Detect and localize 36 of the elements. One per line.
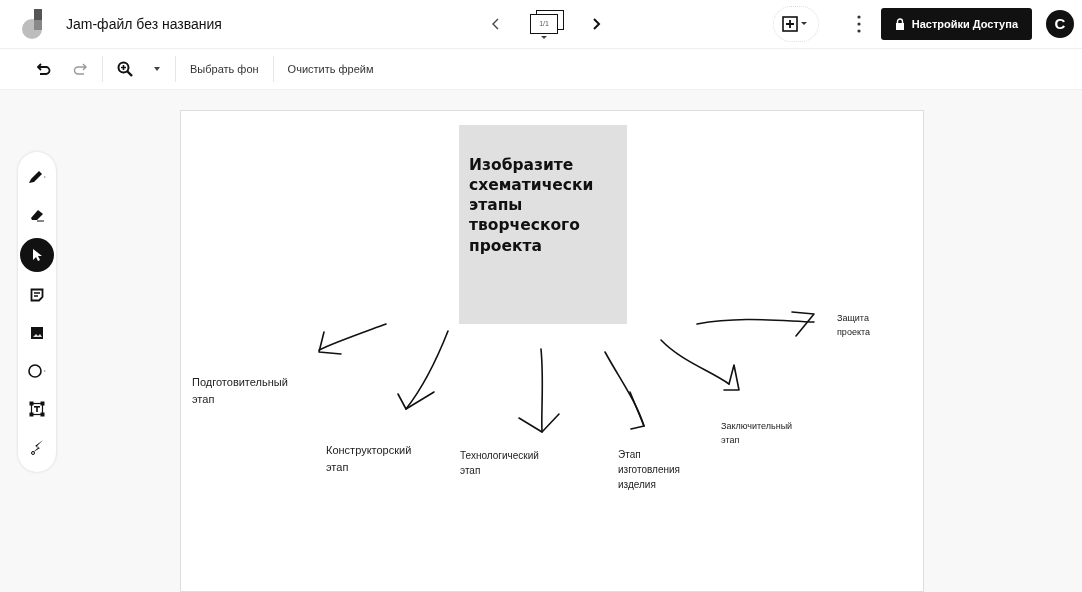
pen-icon (27, 169, 47, 185)
next-icon[interactable] (590, 15, 602, 32)
note-icon (30, 288, 44, 302)
toolbar-action[interactable]: Выбрать фон (190, 60, 259, 77)
undo-icon[interactable] (36, 61, 52, 76)
stage-label[interactable]: Защита проекта (837, 312, 870, 339)
add-frame-icon (781, 15, 810, 32)
text-box-icon (29, 401, 45, 417)
toolbar-action[interactable]: Очистить фрейм (287, 60, 374, 77)
circle-icon (27, 363, 47, 379)
access-settings-button[interactable]: Настройки Доступа (880, 7, 1032, 40)
stage-label[interactable]: Конструкторский этап (326, 442, 412, 475)
image-icon (30, 326, 44, 340)
more-icon[interactable] (856, 14, 861, 33)
redo-icon[interactable] (72, 61, 88, 76)
eraser-icon (29, 208, 45, 222)
hand-drawn-arrow[interactable] (696, 311, 815, 337)
pointer-icon (31, 248, 43, 262)
add-frame-button[interactable] (772, 5, 819, 42)
stage-label[interactable]: Заключительный этап (721, 420, 793, 447)
hand-drawn-arrow[interactable] (318, 323, 387, 355)
hand-drawn-arrow[interactable] (518, 348, 560, 433)
stage-label[interactable]: Этап изготовления изделия (618, 447, 680, 492)
zoom-icon[interactable] (117, 60, 133, 77)
hand-drawn-arrow[interactable] (660, 339, 740, 391)
stage-label[interactable]: Подготовительный этап (192, 374, 288, 407)
select-tool[interactable] (20, 238, 54, 272)
file-title[interactable]: Jam-файл без названия (66, 15, 222, 32)
lock-icon (894, 17, 905, 30)
lightning-icon (30, 439, 44, 455)
stage-label[interactable]: Технологический этап (460, 448, 539, 478)
hand-drawn-arrow[interactable] (397, 330, 449, 410)
sticky-note[interactable]: Изобразите схематически этапы творческого проекта (459, 125, 627, 324)
hand-drawn-arrow[interactable] (604, 351, 645, 430)
caret-icon[interactable] (153, 65, 161, 72)
user-avatar[interactable]: С (1046, 9, 1074, 38)
